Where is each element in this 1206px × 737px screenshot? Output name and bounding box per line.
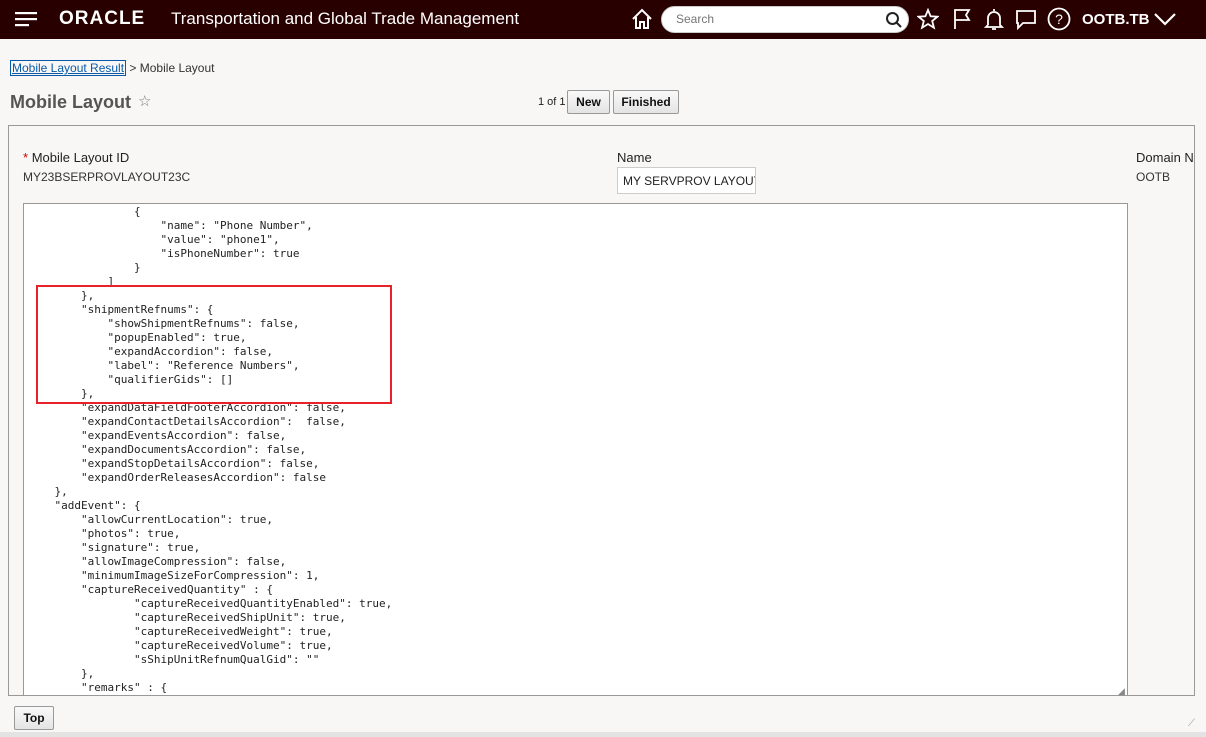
flag-icon[interactable] [950,7,974,31]
code-line: "remarks" : { [28,681,168,694]
code-line: "expandContactDetailsAccordion": false, [28,415,346,428]
mobile-layout-id-value: MY23BSERPROVLAYOUT23C [23,170,191,184]
chat-icon[interactable] [1014,7,1038,31]
favorite-star-icon[interactable]: ☆ [138,92,151,110]
svg-text:?: ? [1055,11,1063,27]
mobile-layout-id-label-text: Mobile Layout ID [31,150,130,165]
user-name[interactable]: OOTB.TB [1082,11,1150,28]
code-line: "captureReceivedQuantity" : { [28,583,274,596]
highlight-box [36,285,392,404]
code-line: } [28,261,141,274]
search-box[interactable] [661,6,909,33]
code-line: "minimumImageSizeForCompression": 1, [28,569,320,582]
top-bar: ORACLE Transportation and Global Trade M… [0,0,1206,39]
search-icon[interactable] [885,11,903,29]
window-resize-grip[interactable]: ⟋ [1188,718,1195,729]
favorite-star-icon[interactable] [916,7,940,31]
mobile-layout-id-label: * Mobile Layout ID [23,150,129,165]
code-line: }, [28,485,68,498]
required-marker: * [23,150,29,165]
breadcrumb-separator: > [129,61,137,75]
code-line: "sShipUnitRefnumQualGid": "" [28,653,320,666]
name-label: Name [617,150,652,165]
code-line: "signature": true, [28,541,201,554]
code-line: "photos": true, [28,527,181,540]
code-line: "captureReceivedVolume": true, [28,639,333,652]
code-line: "expandDocumentsAccordion": false, [28,443,307,456]
code-line: }, [28,667,95,680]
domain-name-value: OOTB [1136,170,1171,184]
code-line: { [28,205,141,218]
code-line: "captureReceivedQuantityEnabled": true, [28,597,393,610]
pager: 1 of 1 [538,96,566,108]
code-line: "captureReceivedWeight": true, [28,625,333,638]
breadcrumb: Mobile Layout Result > Mobile Layout [10,60,215,76]
help-icon[interactable]: ? [1046,6,1072,32]
layout-json-textarea[interactable]: { "name": "Phone Number", "value": "phon… [23,203,1128,696]
oracle-logo: ORACLE [59,8,146,29]
home-icon[interactable] [629,6,655,32]
name-input[interactable]: MY SERVPROV LAYOUT [617,167,756,194]
menu-icon[interactable] [14,9,38,29]
code-line: "addEvent": { [28,499,141,512]
bell-icon[interactable] [982,6,1006,32]
code-line: "expandOrderReleasesAccordion": false [28,471,327,484]
code-line: "expandStopDetailsAccordion": false, [28,457,320,470]
resize-handle[interactable]: ◢ [1118,686,1125,697]
top-button[interactable]: Top [14,706,54,730]
bottom-bar [0,732,1206,737]
breadcrumb-link-mobile-layout-result[interactable]: Mobile Layout Result [10,60,127,76]
breadcrumb-current: Mobile Layout [139,61,215,75]
code-line: "name": "Phone Number", [28,219,313,232]
code-line: "allowCurrentLocation": true, [28,513,274,526]
code-line: "value": "phone1", [28,233,280,246]
code-line: "isPhoneNumber": true [28,247,300,260]
code-line: "expandEventsAccordion": false, [28,429,287,442]
page-title: Mobile Layout [10,92,131,112]
search-input[interactable] [676,12,876,26]
app-title: Transportation and Global Trade Manageme… [171,9,520,28]
code-line: "allowImageCompression": false, [28,555,287,568]
domain-name-label: Domain N [1136,150,1194,165]
new-button[interactable]: New [567,90,610,114]
code-line: "captureReceivedShipUnit": true, [28,611,346,624]
finished-button[interactable]: Finished [613,90,679,114]
chevron-down-icon[interactable] [1152,9,1178,29]
